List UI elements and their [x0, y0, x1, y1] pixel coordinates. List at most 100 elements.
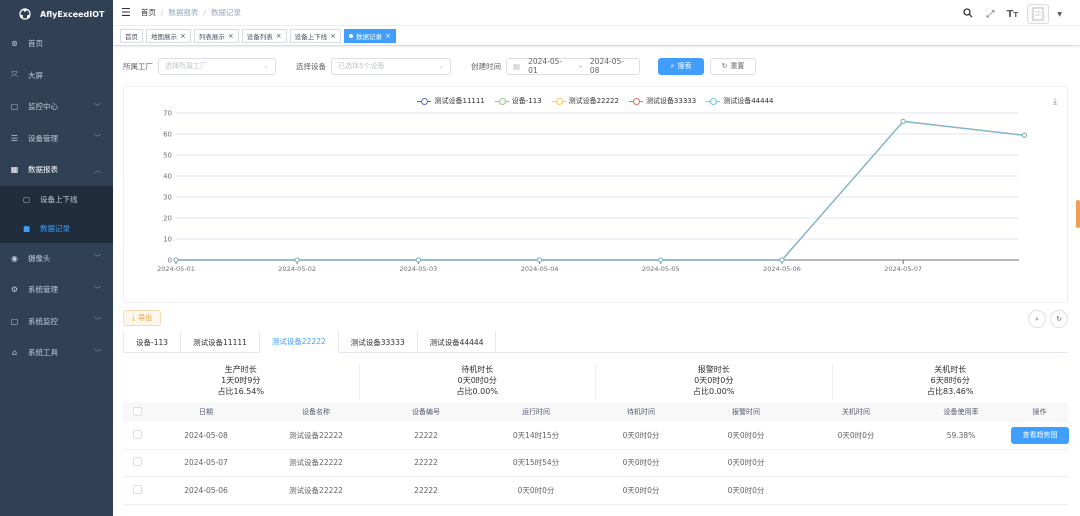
sidebar-item[interactable]: ⊛ 首页	[0, 28, 113, 60]
export-button[interactable]: ⤓ 导出	[123, 310, 162, 326]
download-icon[interactable]: ⤓	[1053, 97, 1057, 107]
caret-down-icon[interactable]: ▼	[1057, 11, 1062, 18]
avatar[interactable]	[1027, 4, 1050, 24]
column-header: 运行时间	[522, 408, 550, 416]
row-checkbox[interactable]	[132, 484, 142, 494]
legend-item[interactable]: 测试设备11111	[417, 96, 485, 106]
chevron-down-icon: ﹀	[94, 285, 101, 294]
data-table: 日期 设备名称 设备编号 运行时间 待机时间 报警时间 关机时间 设备使用率 操作 2024-0…	[123, 402, 1069, 505]
tag-item[interactable]: 地图展示 ×	[146, 28, 191, 43]
fullscreen-icon[interactable]: ⤢	[983, 9, 997, 20]
cell-run: 0天14时15分	[512, 430, 560, 440]
hamburger-icon[interactable]: ☰	[121, 6, 131, 19]
legend-item[interactable]: 测试设备44444	[706, 96, 774, 106]
cell-date: 2024-05-06	[184, 485, 228, 495]
cell-code: 22222	[414, 458, 438, 468]
legend-label: 测试设备22222	[568, 97, 619, 105]
cell-action: 查看趋势图	[1011, 426, 1069, 444]
summary-cell: 待机时长 0天0时0分 占比0.00%	[360, 364, 596, 400]
select-all-checkbox[interactable]	[132, 406, 142, 416]
device-tab[interactable]: 测试设备33333	[339, 331, 418, 353]
row-checkbox[interactable]	[132, 429, 142, 439]
chevron-down-icon: ⌄	[438, 62, 444, 70]
tag-item[interactable]: 数据记录 ×	[344, 28, 396, 43]
legend-label: 测试设备11111	[434, 97, 485, 105]
sidebar-item[interactable]: ▢ 系统监控 ﹀	[0, 306, 113, 338]
monitor-icon: ▢	[10, 102, 19, 112]
row-checkbox[interactable]	[132, 457, 142, 467]
created-time-label: 创建时间	[471, 61, 501, 71]
summary-value: 1天0时9分	[221, 376, 261, 385]
view-trend-button[interactable]: 查看趋势图	[1011, 426, 1069, 444]
breadcrumb-home[interactable]: 首页	[141, 7, 156, 18]
record-icon: ■	[22, 223, 31, 233]
row-checkbox-cell	[123, 457, 151, 468]
table-row: 2024-05-07 测试设备22222 22222 0天15时54分 0天0时0分 0天…	[123, 450, 1068, 477]
device-tab[interactable]: 测试设备11111	[181, 331, 260, 353]
sidebar-item[interactable]: ▢ 监控中心 ﹀	[0, 91, 113, 123]
date-start: 2024-05-01	[528, 57, 563, 75]
sidebar-item[interactable]: ▦ 数据报表 ︿	[0, 154, 113, 186]
tag-item[interactable]: 设备列表 ×	[241, 28, 287, 43]
x-tick-label: 2024-05-06	[763, 265, 801, 273]
logo[interactable]: AflyExceedIOT	[0, 0, 113, 28]
tag-label: 首页	[125, 32, 138, 41]
close-icon[interactable]: ×	[180, 32, 186, 40]
sidebar-item[interactable]: ⌂ 系统工具 ﹀	[0, 337, 113, 369]
device-tab[interactable]: 设备-113	[123, 331, 182, 353]
sidebar-item[interactable]: ◉ 摄像头 ﹀	[0, 243, 113, 275]
column-header: 操作	[1032, 408, 1047, 416]
navbar: ☰ 首页 / 数据报表 / 数据记录 ⤢ TT ▼	[113, 0, 1080, 26]
device-tabs: 设备-113 测试设备11111 测试设备22222 测试设备33333 测试设备444…	[123, 331, 1068, 353]
reset-button[interactable]: ↻ 重置	[710, 57, 756, 75]
legend-item[interactable]: 设备-113	[494, 96, 542, 106]
fullscreen-icon: ⤧	[11, 70, 18, 80]
device-tab[interactable]: 测试设备22222	[259, 331, 339, 353]
tag-label: 设备上下线	[294, 32, 328, 41]
search-toggle-icon[interactable]: ⌕	[1028, 310, 1046, 328]
cell-alarm: 0天0时0分	[727, 430, 765, 440]
tag-item[interactable]: 列表展示 ×	[193, 28, 239, 43]
date-range-picker[interactable]: ▦ 2024-05-01 - 2024-05-08	[506, 57, 640, 75]
cell-alarm: 0天0时0分	[727, 458, 765, 468]
legend-item[interactable]: 测试设备33333	[628, 96, 696, 106]
x-tick-label: 2024-05-01	[157, 265, 195, 273]
breadcrumb-current: 数据记录	[210, 8, 241, 17]
y-tick-label: 10	[163, 236, 172, 244]
sidebar-menu: ⊛ 首页 ⤧ 大屏 ▢ 监控中心 ﹀ ☰ 设备管理 ﹀ ▦ 数据报表 ︿	[0, 28, 113, 186]
close-icon[interactable]: ×	[276, 32, 282, 40]
sidebar-item-label: 系统管理	[28, 285, 58, 295]
device-select[interactable]: 已选择5个设备 ⌄	[331, 57, 451, 75]
sidebar-subitem[interactable]: ▢ 设备上下线	[0, 186, 113, 215]
chart-legend: 测试设备11111 设备-113 测试设备22222 测试设备33333 测试设备444…	[124, 96, 1067, 106]
sidebar-item[interactable]: ⚙ 系统管理 ﹀	[0, 274, 113, 306]
cell-standby: 0天0时0分	[622, 485, 660, 495]
breadcrumb-section[interactable]: 数据报表	[168, 7, 198, 18]
scrollbar-thumb[interactable]	[1076, 200, 1080, 228]
factory-select[interactable]: 选择所属工厂 ⌄	[158, 57, 276, 75]
close-icon[interactable]: ×	[330, 32, 336, 40]
table-body: 2024-05-08 测试设备22222 22222 0天14时15分 0天0时0分 0天…	[123, 422, 1069, 505]
device-tab[interactable]: 测试设备44444	[418, 331, 497, 353]
data-point	[779, 257, 785, 263]
legend-item[interactable]: 测试设备22222	[551, 96, 619, 106]
line-chart: 0 10 20 30 40 50 60 70 2024-05-01 2024-05-02 2024-…	[157, 110, 1027, 273]
sidebar-item[interactable]: ⤧ 大屏	[0, 60, 113, 92]
sidebar-item[interactable]: ☰ 设备管理 ﹀	[0, 123, 113, 155]
y-tick-label: 0	[168, 257, 172, 265]
legend-marker	[494, 98, 509, 105]
sidebar-menu-lower: ◉ 摄像头 ﹀ ⚙ 系统管理 ﹀ ▢ 系统监控 ﹀ ⌂ 系统工具 ﹀	[0, 243, 113, 369]
search-icon[interactable]	[961, 7, 975, 21]
column-header: 报警时间	[732, 408, 760, 416]
tag-item[interactable]: 首页	[120, 28, 143, 43]
date-separator: -	[579, 61, 582, 71]
sidebar-subitem[interactable]: ■ 数据记录	[0, 214, 113, 243]
font-size-icon[interactable]: TT	[1005, 9, 1019, 20]
refresh-icon[interactable]: ↻	[1050, 310, 1068, 328]
close-icon[interactable]: ×	[228, 32, 234, 40]
tag-item[interactable]: 设备上下线 ×	[289, 28, 341, 43]
close-icon[interactable]: ×	[385, 32, 391, 40]
search-button[interactable]: ⌕ 搜索	[658, 57, 704, 75]
row-checkbox-cell	[123, 484, 151, 496]
sidebar-item-label: 首页	[28, 39, 43, 49]
